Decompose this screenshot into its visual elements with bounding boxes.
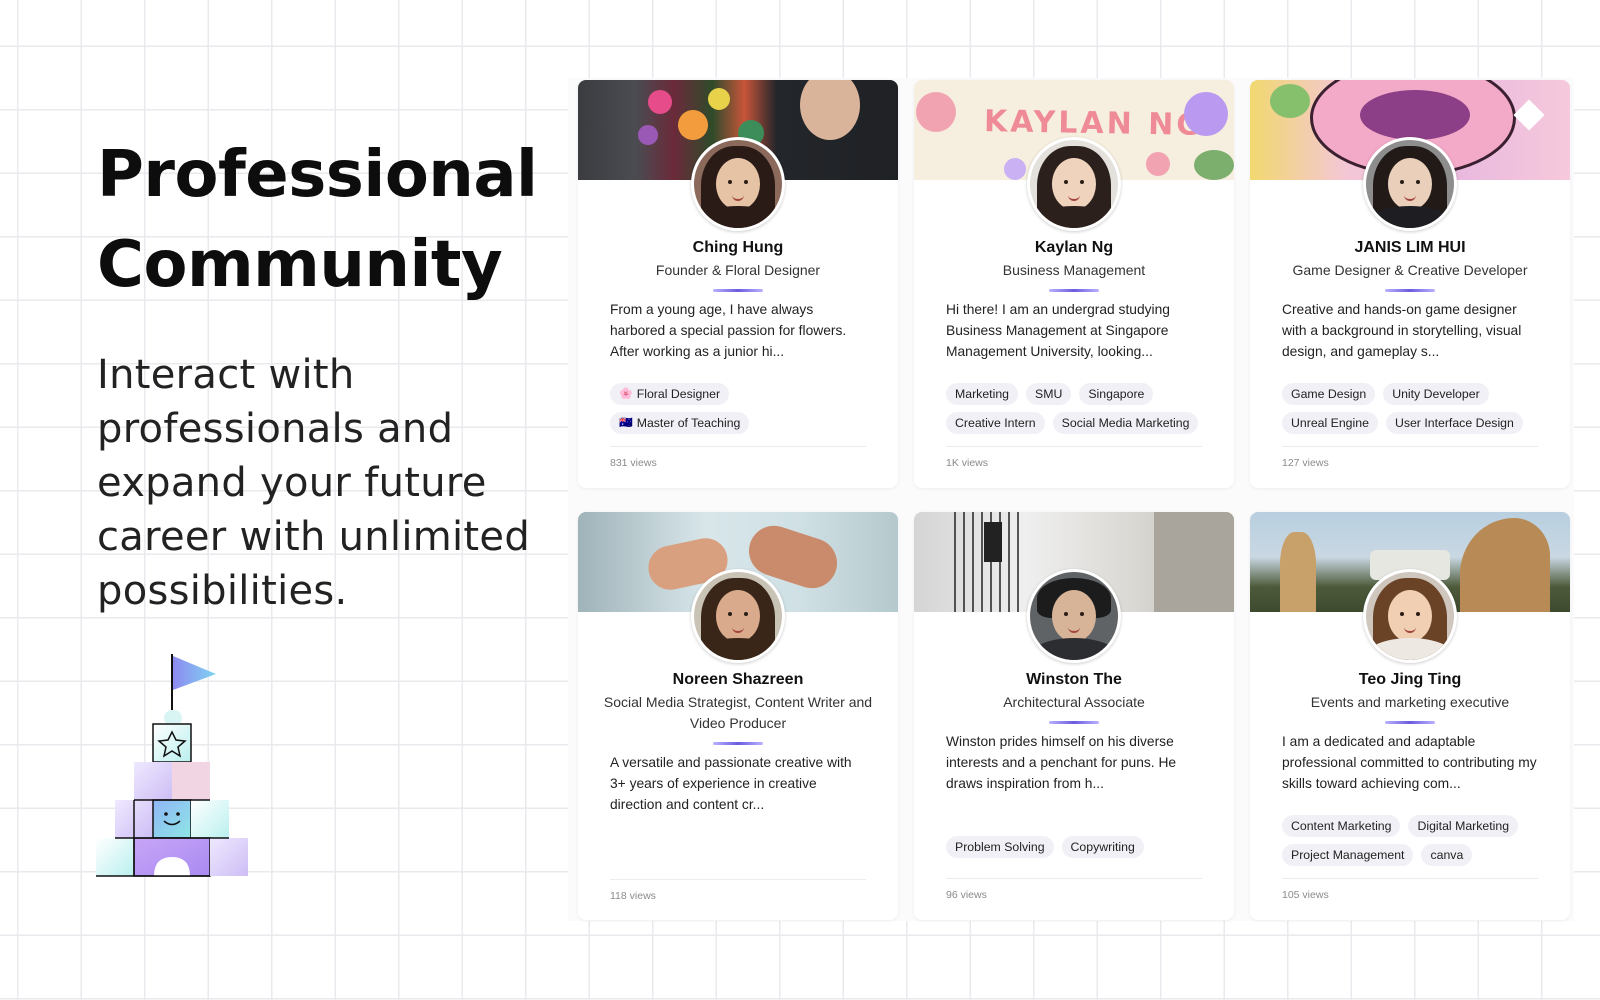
profile-name[interactable]: Teo Jing Ting	[1282, 669, 1538, 691]
profile-card-noreen-shazreen[interactable]: Noreen Shazreen Social Media Strategist,…	[578, 512, 898, 920]
tag-label: Master of Teaching	[636, 416, 741, 430]
tag[interactable]: Unreal Engine	[1282, 412, 1378, 434]
tag[interactable]: Game Design	[1282, 383, 1376, 405]
divider-line	[610, 446, 866, 447]
tag[interactable]: Marketing	[946, 383, 1018, 405]
tag-list: Marketing SMU Singapore Creative Intern …	[946, 383, 1202, 440]
divider-line	[610, 879, 866, 880]
profile-name[interactable]: Kaylan Ng	[946, 237, 1202, 259]
tag[interactable]: Digital Marketing	[1408, 815, 1519, 837]
profile-name[interactable]: Winston The	[946, 669, 1202, 691]
tag[interactable]: Copywriting	[1061, 836, 1144, 858]
cover-title: KAYLAN NG	[983, 104, 1205, 143]
tag[interactable]: 🌸 Floral Designer	[610, 383, 730, 405]
profile-name[interactable]: Noreen Shazreen	[610, 669, 866, 691]
tag[interactable]: canva	[1421, 844, 1473, 866]
hero-section: Professional Community Interact with pro…	[97, 130, 547, 618]
profile-name[interactable]: JANIS LIM HUI	[1282, 237, 1538, 259]
accent-divider	[1049, 289, 1099, 292]
tag-list: Game Design Unity Developer Unreal Engin…	[1282, 383, 1538, 440]
avatar[interactable]	[691, 137, 785, 231]
avatar[interactable]	[691, 569, 785, 663]
tag-label: Floral Designer	[636, 387, 721, 401]
tag-list: Content Marketing Digital Marketing Proj…	[1282, 815, 1538, 872]
tag[interactable]: Unity Developer	[1383, 383, 1489, 405]
profile-role: Founder & Floral Designer	[655, 262, 821, 278]
profile-role: Events and marketing executive	[1310, 694, 1510, 710]
divider-line	[1282, 446, 1538, 447]
profile-bio: From a young age, I have always harbored…	[610, 302, 847, 359]
divider-line	[946, 878, 1202, 879]
avatar[interactable]	[1363, 569, 1457, 663]
flower-icon: 🌸	[619, 388, 633, 400]
profile-role: Business Management	[1002, 262, 1146, 278]
avatar[interactable]	[1363, 137, 1457, 231]
view-count: 105 views	[1282, 889, 1329, 901]
profile-card-teo-jing-ting[interactable]: Teo Jing Ting Events and marketing execu…	[1250, 512, 1570, 920]
flag-icon: 🇦🇺	[619, 417, 633, 429]
profile-card-winston-the[interactable]: Winston The Architectural Associate Wins…	[914, 512, 1234, 920]
tag[interactable]: User Interface Design	[1385, 412, 1523, 434]
divider-line	[1282, 878, 1538, 879]
profile-card-grid: Ching Hung Founder & Floral Designer Fro…	[578, 80, 1570, 920]
profile-card-ching-hung[interactable]: Ching Hung Founder & Floral Designer Fro…	[578, 80, 898, 488]
view-count: 127 views	[1282, 457, 1329, 469]
hero-subtitle: Interact with professionals and expand y…	[97, 352, 531, 614]
accent-divider	[713, 289, 763, 292]
tag[interactable]: Problem Solving	[946, 836, 1054, 858]
view-count: 831 views	[610, 457, 657, 469]
tag[interactable]: Content Marketing	[1282, 815, 1401, 837]
profile-name[interactable]: Ching Hung	[610, 237, 866, 259]
accent-divider	[1385, 289, 1435, 292]
view-count: 118 views	[610, 890, 656, 902]
profile-bio: Creative and hands-on game designer with…	[1282, 302, 1522, 359]
avatar[interactable]	[1027, 137, 1121, 231]
profile-role: Game Designer & Creative Developer	[1292, 262, 1528, 278]
divider-line	[946, 446, 1202, 447]
tag[interactable]: Singapore	[1079, 383, 1154, 405]
avatar[interactable]	[1027, 569, 1121, 663]
tag[interactable]: SMU	[1026, 383, 1072, 405]
hero-title-line-2: Community	[97, 228, 503, 302]
hero-title-line-1: Professional	[97, 138, 538, 212]
tag-list: 🌸 Floral Designer 🇦🇺 Master of Teaching	[610, 383, 866, 440]
tag[interactable]: Project Management	[1282, 844, 1414, 866]
profile-role: Architectural Associate	[1003, 694, 1145, 710]
profile-bio: I am a dedicated and adaptable professio…	[1282, 734, 1537, 791]
tag-list	[610, 836, 866, 893]
tag-list: Problem Solving Copywriting	[946, 836, 1202, 872]
accent-divider	[1385, 721, 1435, 724]
block-tower-illustration	[96, 654, 248, 877]
accent-divider	[713, 742, 763, 745]
profile-bio: Hi there! I am an undergrad studying Bus…	[946, 302, 1170, 359]
hero-title: Professional Community	[97, 130, 547, 310]
tag[interactable]: Social Media Marketing	[1052, 412, 1199, 434]
view-count: 1K views	[946, 457, 989, 469]
tag[interactable]: Creative Intern	[946, 412, 1045, 434]
profile-bio: A versatile and passionate creative with…	[610, 755, 852, 812]
profile-bio: Winston prides himself on his diverse in…	[946, 734, 1177, 791]
profile-card-kaylan-ng[interactable]: KAYLAN NG Kaylan Ng Business Management …	[914, 80, 1234, 488]
tag[interactable]: 🇦🇺 Master of Teaching	[610, 412, 750, 434]
view-count: 96 views	[946, 889, 987, 901]
profile-card-janis-lim-hui[interactable]: JANIS LIM HUI Game Designer & Creative D…	[1250, 80, 1570, 488]
accent-divider	[1049, 721, 1099, 724]
profile-role: Social Media Strategist, Content Writer …	[603, 694, 873, 731]
